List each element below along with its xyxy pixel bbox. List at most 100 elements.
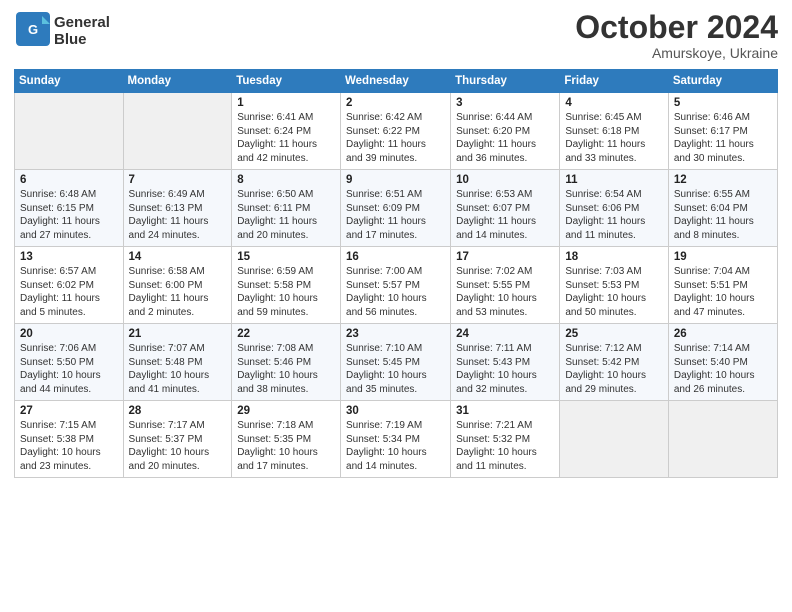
calendar-cell: 24 Sunrise: 7:11 AMSunset: 5:43 PMDayligh… [451,324,560,401]
day-number: 2 [346,97,445,109]
day-info: Sunrise: 7:10 AMSunset: 5:45 PMDaylight:… [346,342,445,396]
calendar-cell: 9 Sunrise: 6:51 AMSunset: 6:09 PMDaylight… [341,170,451,247]
week-row-2: 6 Sunrise: 6:48 AMSunset: 6:15 PMDaylight… [15,170,778,247]
day-number: 14 [129,251,227,263]
calendar-cell: 30 Sunrise: 7:19 AMSunset: 5:34 PMDayligh… [341,401,451,478]
weekday-header-row: SundayMondayTuesdayWednesdayThursdayFrid… [15,70,778,93]
day-number: 9 [346,174,445,186]
calendar-cell: 8Sunrise: 6:50 AMSunset: 6:11 PMDaylight… [232,170,341,247]
day-info: Sunrise: 7:08 AMSunset: 5:46 PMDaylight:… [237,342,335,396]
logo-text: General Blue [54,15,110,48]
day-number: 17 [456,251,554,263]
calendar-cell: 31 Sunrise: 7:21 AMSunset: 5:32 PMDayligh… [451,401,560,478]
logo: G General Blue [14,10,110,53]
calendar-cell: 20Sunrise: 7:06 AMSunset: 5:50 PMDayligh… [15,324,124,401]
day-number: 29 [237,405,335,417]
day-info: Sunrise: 7:03 AMSunset: 5:53 PMDaylight:… [565,265,662,319]
svg-text:G: G [28,22,38,37]
calendar-cell: 11 Sunrise: 6:54 AMSunset: 6:06 PMDayligh… [560,170,668,247]
calendar-cell: 28Sunrise: 7:17 AMSunset: 5:37 PMDayligh… [123,401,232,478]
calendar-cell: 14Sunrise: 6:58 AMSunset: 6:00 PMDayligh… [123,247,232,324]
calendar-cell [668,401,777,478]
day-info: Sunrise: 6:42 AMSunset: 6:22 PMDaylight:… [346,111,445,165]
day-number: 3 [456,97,554,109]
day-number: 15 [237,251,335,263]
day-info: Sunrise: 7:12 AMSunset: 5:42 PMDaylight:… [565,342,662,396]
day-info: Sunrise: 7:07 AMSunset: 5:48 PMDaylight:… [129,342,227,396]
header: G General Blue October 2024 Amurskoye, U… [14,10,778,61]
day-number: 8 [237,174,335,186]
day-info: Sunrise: 7:00 AMSunset: 5:57 PMDaylight:… [346,265,445,319]
logo-line1: General [54,15,110,32]
day-info: Sunrise: 6:59 AMSunset: 5:58 PMDaylight:… [237,265,335,319]
day-info: Sunrise: 6:49 AMSunset: 6:13 PMDaylight:… [129,188,227,242]
calendar-page: G General Blue October 2024 Amurskoye, U… [0,0,792,612]
calendar-cell: 17 Sunrise: 7:02 AMSunset: 5:55 PMDayligh… [451,247,560,324]
day-number: 11 [565,174,662,186]
calendar-cell: 25 Sunrise: 7:12 AMSunset: 5:42 PMDayligh… [560,324,668,401]
day-info: Sunrise: 6:48 AMSunset: 6:15 PMDaylight:… [20,188,118,242]
calendar-cell: 13Sunrise: 6:57 AMSunset: 6:02 PMDayligh… [15,247,124,324]
calendar-cell: 29Sunrise: 7:18 AMSunset: 5:35 PMDayligh… [232,401,341,478]
day-info: Sunrise: 6:41 AMSunset: 6:24 PMDaylight:… [237,111,335,165]
calendar-cell: 27 Sunrise: 7:15 AMSunset: 5:38 PMDayligh… [15,401,124,478]
weekday-header-wednesday: Wednesday [341,70,451,93]
calendar-table: SundayMondayTuesdayWednesdayThursdayFrid… [14,69,778,478]
calendar-cell: 15 Sunrise: 6:59 AMSunset: 5:58 PMDayligh… [232,247,341,324]
day-info: Sunrise: 6:45 AMSunset: 6:18 PMDaylight:… [565,111,662,165]
weekday-header-friday: Friday [560,70,668,93]
calendar-cell: 6 Sunrise: 6:48 AMSunset: 6:15 PMDaylight… [15,170,124,247]
week-row-4: 20Sunrise: 7:06 AMSunset: 5:50 PMDayligh… [15,324,778,401]
day-number: 24 [456,328,554,340]
week-row-3: 13Sunrise: 6:57 AMSunset: 6:02 PMDayligh… [15,247,778,324]
calendar-cell [123,93,232,170]
day-info: Sunrise: 6:54 AMSunset: 6:06 PMDaylight:… [565,188,662,242]
week-row-1: 1 Sunrise: 6:41 AMSunset: 6:24 PMDaylight… [15,93,778,170]
day-info: Sunrise: 7:02 AMSunset: 5:55 PMDaylight:… [456,265,554,319]
calendar-cell: 7 Sunrise: 6:49 AMSunset: 6:13 PMDaylight… [123,170,232,247]
calendar-cell: 21 Sunrise: 7:07 AMSunset: 5:48 PMDayligh… [123,324,232,401]
day-info: Sunrise: 6:51 AMSunset: 6:09 PMDaylight:… [346,188,445,242]
day-number: 31 [456,405,554,417]
weekday-header-sunday: Sunday [15,70,124,93]
calendar-cell: 12Sunrise: 6:55 AMSunset: 6:04 PMDayligh… [668,170,777,247]
calendar-cell: 19 Sunrise: 7:04 AMSunset: 5:51 PMDayligh… [668,247,777,324]
day-info: Sunrise: 7:11 AMSunset: 5:43 PMDaylight:… [456,342,554,396]
day-info: Sunrise: 7:15 AMSunset: 5:38 PMDaylight:… [20,419,118,473]
location-subtitle: Amurskoye, Ukraine [575,45,778,61]
calendar-cell: 23 Sunrise: 7:10 AMSunset: 5:45 PMDayligh… [341,324,451,401]
calendar-cell: 22Sunrise: 7:08 AMSunset: 5:46 PMDayligh… [232,324,341,401]
logo-icon: G [14,10,52,53]
day-number: 23 [346,328,445,340]
day-number: 27 [20,405,118,417]
day-info: Sunrise: 7:19 AMSunset: 5:34 PMDaylight:… [346,419,445,473]
calendar-cell: 2 Sunrise: 6:42 AMSunset: 6:22 PMDaylight… [341,93,451,170]
day-info: Sunrise: 6:53 AMSunset: 6:07 PMDaylight:… [456,188,554,242]
day-info: Sunrise: 7:14 AMSunset: 5:40 PMDaylight:… [674,342,772,396]
calendar-cell: 18Sunrise: 7:03 AMSunset: 5:53 PMDayligh… [560,247,668,324]
month-title: October 2024 [575,10,778,45]
day-number: 26 [674,328,772,340]
day-number: 7 [129,174,227,186]
calendar-cell: 4 Sunrise: 6:45 AMSunset: 6:18 PMDaylight… [560,93,668,170]
calendar-cell [15,93,124,170]
day-number: 6 [20,174,118,186]
day-info: Sunrise: 6:55 AMSunset: 6:04 PMDaylight:… [674,188,772,242]
calendar-cell: 26 Sunrise: 7:14 AMSunset: 5:40 PMDayligh… [668,324,777,401]
day-number: 19 [674,251,772,263]
day-number: 1 [237,97,335,109]
day-number: 16 [346,251,445,263]
day-info: Sunrise: 7:21 AMSunset: 5:32 PMDaylight:… [456,419,554,473]
day-number: 21 [129,328,227,340]
day-info: Sunrise: 7:04 AMSunset: 5:51 PMDaylight:… [674,265,772,319]
weekday-header-tuesday: Tuesday [232,70,341,93]
day-number: 30 [346,405,445,417]
day-info: Sunrise: 6:44 AMSunset: 6:20 PMDaylight:… [456,111,554,165]
calendar-cell [560,401,668,478]
calendar-cell: 1 Sunrise: 6:41 AMSunset: 6:24 PMDaylight… [232,93,341,170]
day-number: 4 [565,97,662,109]
day-number: 25 [565,328,662,340]
day-number: 10 [456,174,554,186]
week-row-5: 27 Sunrise: 7:15 AMSunset: 5:38 PMDayligh… [15,401,778,478]
day-number: 28 [129,405,227,417]
